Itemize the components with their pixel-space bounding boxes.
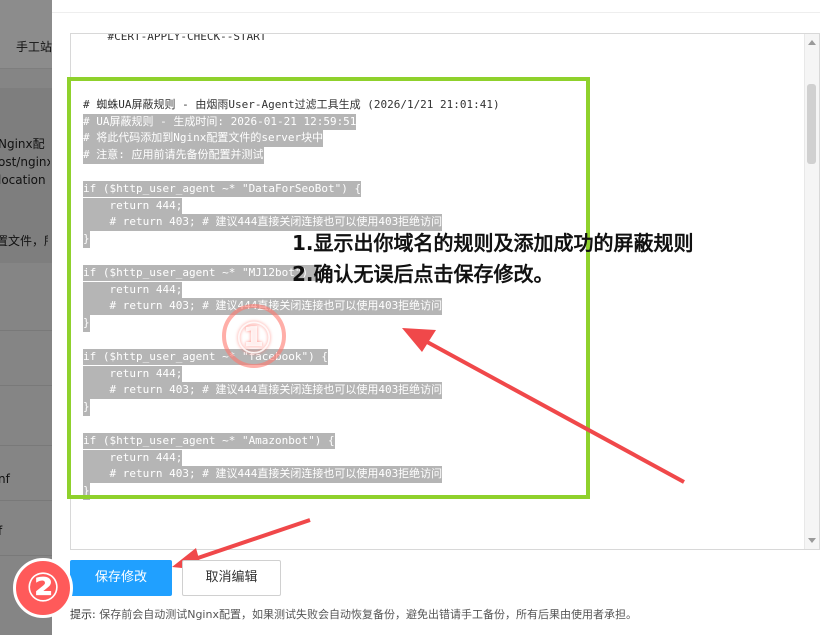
step-marker-1: ① <box>222 304 286 368</box>
code-line[interactable]: # 注意: 应用前请先备份配置并测试 <box>83 147 264 164</box>
code-line[interactable]: if ($http_user_agent ~* "DataForSeoBot")… <box>83 180 362 198</box>
code-line[interactable]: return 444; <box>83 197 183 215</box>
code-line[interactable]: } <box>83 399 90 416</box>
code-line[interactable]: return 444; <box>83 281 183 299</box>
code-line[interactable]: # return 403; # 建议444直接关闭连接也可以使用403拒绝访问 <box>83 466 443 484</box>
scroll-thumb[interactable] <box>807 84 816 164</box>
code-line[interactable]: # UA屏蔽规则 - 生成时间: 2026-01-21 12:59:51 <box>83 113 357 131</box>
screen: 手工站 Nginx配 ost/nginx location 置文件，所 nf f… <box>0 0 820 635</box>
code-line[interactable]: if ($http_user_agent ~* "facebook") { <box>83 348 329 366</box>
config-code-editor[interactable]: #CERT-APPLY-CHECK--START # 蜘蛛UA屏蔽规则 - 由烟雨… <box>70 33 820 550</box>
edit-config-modal: #CERT-APPLY-CHECK--START # 蜘蛛UA屏蔽规则 - 由烟雨… <box>52 0 820 635</box>
instruction-annotation: 1.显示出你域名的规则及添加成功的屏蔽规则 2.确认无误后点击保存修改。 <box>292 228 694 290</box>
code-line[interactable]: # 将此代码添加到Nginx配置文件的server块中 <box>83 130 324 148</box>
code-line[interactable]: if ($http_user_agent ~* "MJ12bot") { <box>83 264 322 282</box>
code-line[interactable]: if ($http_user_agent ~* "Amazonbot") { <box>83 432 335 450</box>
instruction-line-1: 1.显示出你域名的规则及添加成功的屏蔽规则 <box>292 231 694 255</box>
code-line[interactable]: return 444; <box>83 449 183 467</box>
code-line[interactable]: } <box>83 231 90 248</box>
tip-text: 提示: 保存前会自动测试Nginx配置，如果测试失败会自动恢复备份，避免出错请手… <box>70 606 637 622</box>
code-line[interactable]: # return 403; # 建议444直接关闭连接也可以使用403拒绝访问 <box>83 382 443 400</box>
step-marker-2: ② <box>13 558 73 618</box>
code-line[interactable]: return 444; <box>83 365 183 383</box>
scroll-down-icon[interactable] <box>808 538 816 543</box>
editor-scrollbar[interactable] <box>804 34 819 549</box>
background-page: 手工站 Nginx配 ost/nginx location 置文件，所 nf f <box>0 0 52 635</box>
tip-message: 保存前会自动测试Nginx配置，如果测试失败会自动恢复备份，避免出错请手工备份，… <box>95 608 637 621</box>
tip-label: 提示: <box>70 608 96 621</box>
cancel-edit-button[interactable]: 取消编辑 <box>182 560 281 596</box>
code-line[interactable]: # 蜘蛛UA屏蔽规则 - 由烟雨User-Agent过滤工具生成 (2026/1… <box>83 97 500 114</box>
modal-backdrop[interactable] <box>0 0 52 635</box>
scroll-up-icon[interactable] <box>808 40 816 45</box>
modal-header-divider <box>52 12 820 13</box>
code-line[interactable]: } <box>83 483 90 500</box>
code-line[interactable]: } <box>83 315 90 332</box>
code-line[interactable]: #CERT-APPLY-CHECK--START <box>81 34 266 46</box>
instruction-line-2: 2.确认无误后点击保存修改。 <box>292 262 554 286</box>
save-button[interactable]: 保存修改 <box>70 560 172 596</box>
